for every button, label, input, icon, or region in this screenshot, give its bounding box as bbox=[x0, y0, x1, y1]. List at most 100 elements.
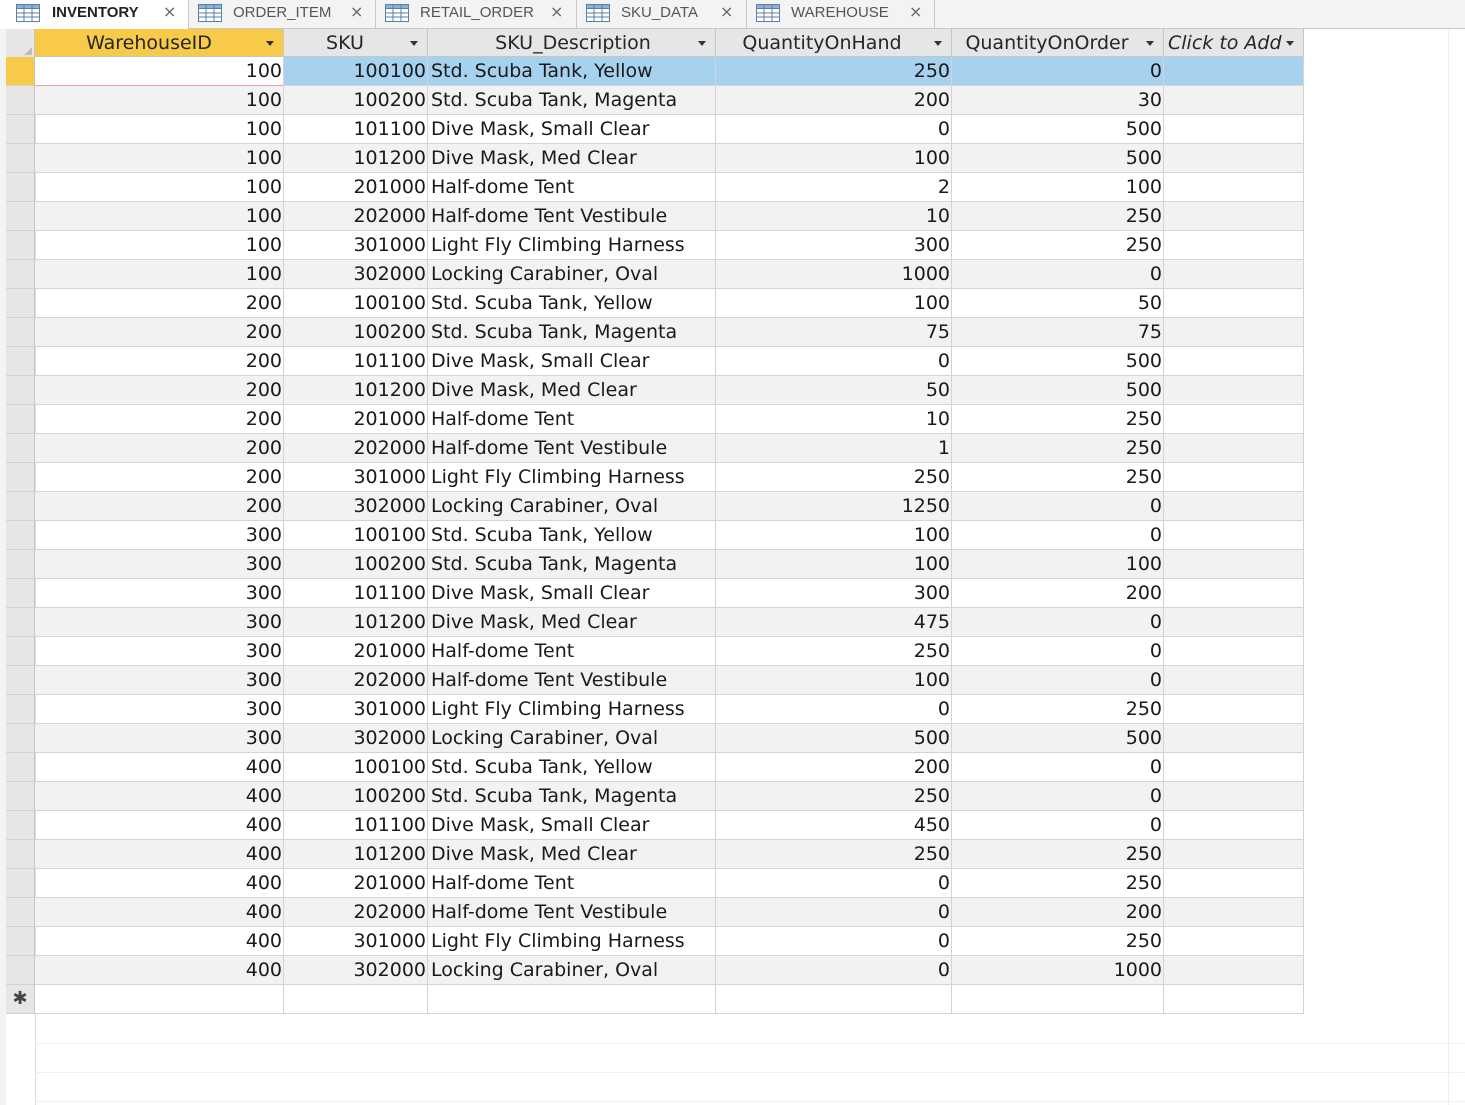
table-cell[interactable]: 202000 bbox=[284, 898, 428, 927]
table-cell[interactable] bbox=[1164, 260, 1304, 289]
table-cell[interactable] bbox=[952, 985, 1164, 1014]
record-selector[interactable] bbox=[6, 231, 35, 260]
table-cell[interactable]: 100 bbox=[35, 144, 284, 173]
record-selector[interactable] bbox=[6, 782, 35, 811]
table-cell[interactable]: Half-dome Tent Vestibule bbox=[428, 898, 716, 927]
table-cell[interactable]: 250 bbox=[952, 869, 1164, 898]
table-cell[interactable] bbox=[428, 985, 716, 1014]
table-cell[interactable]: 0 bbox=[716, 956, 952, 985]
close-icon[interactable]: × bbox=[720, 2, 733, 21]
table-row[interactable]: 200 202000 Half-dome Tent Vestibule 1 250 bbox=[6, 434, 1304, 463]
table-row[interactable]: 100 302000 Locking Carabiner, Oval 1000 0 bbox=[6, 260, 1304, 289]
table-cell[interactable]: 500 bbox=[952, 376, 1164, 405]
table-cell[interactable]: 250 bbox=[716, 57, 952, 86]
table-row[interactable]: 400 100200 Std. Scuba Tank, Magenta 250 0 bbox=[6, 782, 1304, 811]
table-cell[interactable]: 250 bbox=[952, 405, 1164, 434]
table-cell[interactable]: 0 bbox=[716, 927, 952, 956]
table-cell[interactable]: 0 bbox=[716, 898, 952, 927]
table-cell[interactable]: Half-dome Tent bbox=[428, 405, 716, 434]
record-selector[interactable] bbox=[6, 695, 35, 724]
table-cell[interactable] bbox=[1164, 405, 1304, 434]
record-selector[interactable] bbox=[6, 724, 35, 753]
table-cell[interactable]: 300 bbox=[35, 724, 284, 753]
table-row[interactable]: 200 101200 Dive Mask, Med Clear 50 500 bbox=[6, 376, 1304, 405]
table-cell[interactable] bbox=[1164, 579, 1304, 608]
table-cell[interactable]: 100200 bbox=[284, 782, 428, 811]
record-selector[interactable] bbox=[6, 115, 35, 144]
table-cell[interactable]: 0 bbox=[952, 637, 1164, 666]
table-row[interactable]: 100 202000 Half-dome Tent Vestibule 10 250 bbox=[6, 202, 1304, 231]
table-row[interactable]: 100 101200 Dive Mask, Med Clear 100 500 bbox=[6, 144, 1304, 173]
table-cell[interactable]: 250 bbox=[952, 463, 1164, 492]
record-selector[interactable] bbox=[6, 434, 35, 463]
table-cell[interactable]: 250 bbox=[716, 463, 952, 492]
table-cell[interactable]: 400 bbox=[35, 869, 284, 898]
table-cell[interactable]: Std. Scuba Tank, Yellow bbox=[428, 57, 716, 86]
record-selector[interactable] bbox=[6, 637, 35, 666]
table-cell[interactable]: 200 bbox=[35, 376, 284, 405]
table-cell[interactable]: 400 bbox=[35, 956, 284, 985]
table-cell[interactable]: 400 bbox=[35, 840, 284, 869]
table-cell[interactable]: 0 bbox=[952, 57, 1164, 86]
record-selector[interactable] bbox=[6, 86, 35, 115]
table-cell[interactable]: Half-dome Tent bbox=[428, 869, 716, 898]
table-row[interactable]: 100 100100 Std. Scuba Tank, Yellow 250 0 bbox=[6, 57, 1304, 86]
table-cell[interactable]: 301000 bbox=[284, 695, 428, 724]
table-cell[interactable] bbox=[1164, 956, 1304, 985]
table-row[interactable]: 300 101100 Dive Mask, Small Clear 300 200 bbox=[6, 579, 1304, 608]
table-cell[interactable]: Locking Carabiner, Oval bbox=[428, 492, 716, 521]
table-cell[interactable]: 50 bbox=[716, 376, 952, 405]
table-cell[interactable]: 250 bbox=[952, 927, 1164, 956]
table-cell[interactable]: 300 bbox=[35, 521, 284, 550]
new-record-row[interactable]: ✱ bbox=[6, 985, 1304, 1014]
record-selector[interactable] bbox=[6, 289, 35, 318]
table-cell[interactable]: 202000 bbox=[284, 202, 428, 231]
table-cell[interactable]: 30 bbox=[952, 86, 1164, 115]
table-cell[interactable]: 0 bbox=[952, 608, 1164, 637]
table-cell[interactable]: 0 bbox=[952, 753, 1164, 782]
table-cell[interactable]: 100 bbox=[35, 57, 284, 86]
table-cell[interactable]: Dive Mask, Med Clear bbox=[428, 376, 716, 405]
table-cell[interactable] bbox=[1164, 289, 1304, 318]
filter-dropdown-icon[interactable] bbox=[410, 41, 418, 46]
table-cell[interactable]: 200 bbox=[952, 579, 1164, 608]
tab-sku-data[interactable]: SKU_DATA × bbox=[577, 0, 747, 28]
table-cell[interactable]: 201000 bbox=[284, 637, 428, 666]
table-cell[interactable]: 100 bbox=[952, 550, 1164, 579]
table-row[interactable]: 200 201000 Half-dome Tent 10 250 bbox=[6, 405, 1304, 434]
table-cell[interactable]: 101100 bbox=[284, 811, 428, 840]
table-cell[interactable]: 250 bbox=[952, 231, 1164, 260]
table-row[interactable]: 300 100200 Std. Scuba Tank, Magenta 100 100 bbox=[6, 550, 1304, 579]
table-cell[interactable]: 0 bbox=[952, 521, 1164, 550]
table-cell[interactable]: 101100 bbox=[284, 115, 428, 144]
table-cell[interactable] bbox=[284, 985, 428, 1014]
table-cell[interactable] bbox=[716, 985, 952, 1014]
record-selector[interactable] bbox=[6, 753, 35, 782]
table-row[interactable]: 100 101100 Dive Mask, Small Clear 0 500 bbox=[6, 115, 1304, 144]
table-cell[interactable]: Dive Mask, Med Clear bbox=[428, 840, 716, 869]
table-cell[interactable]: 75 bbox=[952, 318, 1164, 347]
table-cell[interactable]: 100 bbox=[35, 173, 284, 202]
table-cell[interactable] bbox=[1164, 753, 1304, 782]
record-selector[interactable] bbox=[6, 811, 35, 840]
table-cell[interactable]: 100200 bbox=[284, 86, 428, 115]
record-selector[interactable] bbox=[6, 927, 35, 956]
table-row[interactable]: 300 201000 Half-dome Tent 250 0 bbox=[6, 637, 1304, 666]
table-cell[interactable]: 301000 bbox=[284, 927, 428, 956]
table-cell[interactable]: 200 bbox=[716, 753, 952, 782]
table-row[interactable]: 100 301000 Light Fly Climbing Harness 300 25… bbox=[6, 231, 1304, 260]
record-selector[interactable] bbox=[6, 202, 35, 231]
table-cell[interactable]: 0 bbox=[952, 811, 1164, 840]
table-cell[interactable]: 250 bbox=[716, 840, 952, 869]
table-row[interactable]: 400 201000 Half-dome Tent 0 250 bbox=[6, 869, 1304, 898]
record-selector[interactable] bbox=[6, 260, 35, 289]
table-cell[interactable]: 300 bbox=[35, 550, 284, 579]
table-cell[interactable]: 201000 bbox=[284, 869, 428, 898]
table-cell[interactable]: 300 bbox=[35, 579, 284, 608]
table-row[interactable]: 300 302000 Locking Carabiner, Oval 500 500 bbox=[6, 724, 1304, 753]
table-cell[interactable]: 100200 bbox=[284, 318, 428, 347]
table-row[interactable]: 200 101100 Dive Mask, Small Clear 0 500 bbox=[6, 347, 1304, 376]
table-cell[interactable] bbox=[1164, 231, 1304, 260]
table-cell[interactable]: 250 bbox=[952, 840, 1164, 869]
table-cell[interactable]: Dive Mask, Small Clear bbox=[428, 579, 716, 608]
